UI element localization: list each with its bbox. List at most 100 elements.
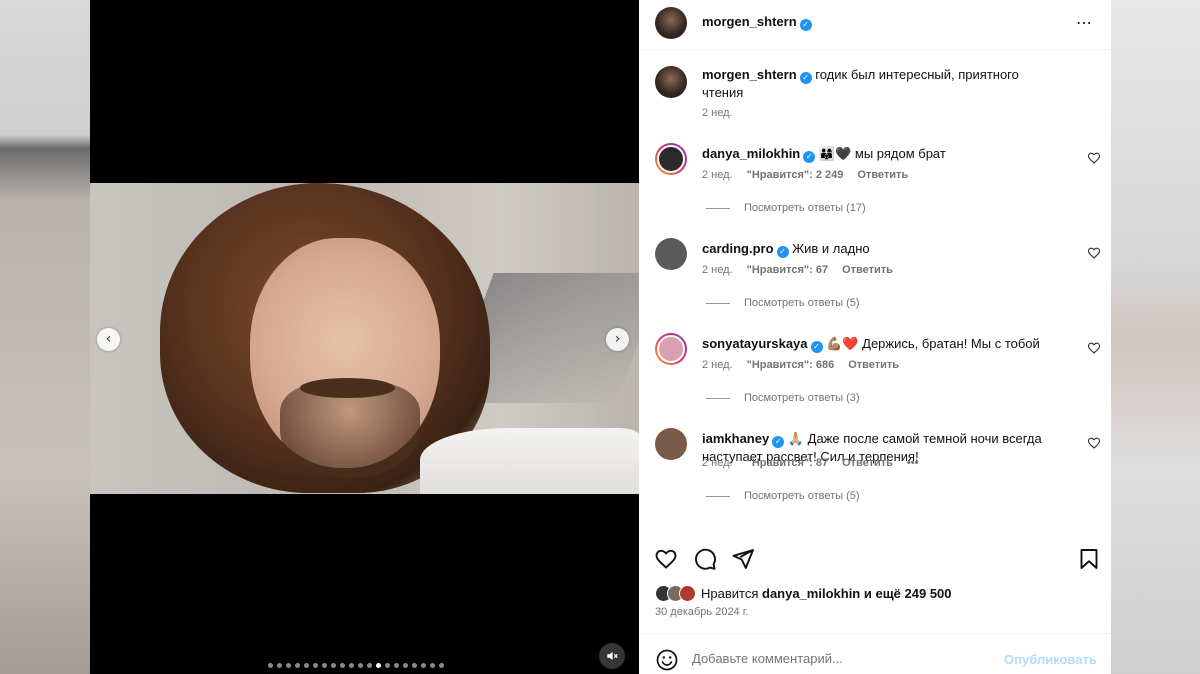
emoji-icon[interactable] (655, 648, 679, 672)
comment-username[interactable]: iamkhaney (702, 431, 769, 446)
view-replies-label: Посмотреть ответы (5) (744, 297, 860, 309)
view-replies-label: Посмотреть ответы (17) (744, 202, 866, 214)
post-header: morgen_shtern ✓ ⋯ (639, 0, 1111, 50)
comment-username[interactable]: sonyatayurskaya (702, 336, 808, 351)
comment-like-icon[interactable] (1087, 246, 1101, 260)
carousel-next-button[interactable]: › (606, 328, 629, 351)
photo-towel (420, 428, 639, 494)
comment-avatar[interactable] (655, 143, 687, 175)
comment-more-icon[interactable]: ••• (907, 457, 919, 469)
post-photo (90, 183, 639, 494)
carousel-dot[interactable] (304, 663, 309, 668)
comment-avatar-image (657, 145, 685, 173)
replies-divider (706, 302, 730, 304)
caption-avatar[interactable] (655, 66, 687, 98)
comment-avatar[interactable] (655, 238, 687, 270)
view-replies-button[interactable]: Посмотреть ответы (5) (706, 490, 860, 502)
carousel-dot[interactable] (340, 663, 345, 668)
like-icon[interactable] (654, 547, 678, 571)
author-username[interactable]: morgen_shtern (702, 14, 797, 29)
post-details-panel: morgen_shtern ✓ ⋯ morgen_shtern ✓ годик бы… (639, 0, 1111, 674)
bookmark-icon[interactable] (1077, 547, 1101, 571)
comment-username[interactable]: danya_milokhin (702, 146, 800, 161)
post-date: 30 декабрь 2024 г. (655, 606, 749, 618)
comment-like-icon[interactable] (1087, 341, 1101, 355)
likes-user[interactable]: danya_milokhin (762, 586, 860, 601)
author-avatar[interactable] (655, 7, 687, 39)
comment-likes[interactable]: "Нравится": 2 249 (747, 169, 844, 181)
reply-button[interactable]: Ответить (857, 169, 908, 181)
carousel-dot[interactable] (385, 663, 390, 668)
carousel-dots (268, 663, 444, 668)
comment-emoji: 👨‍👩‍👦🖤 (818, 146, 852, 161)
caption-time[interactable]: 2 нед. (702, 107, 733, 119)
verified-icon: ✓ (810, 341, 823, 353)
carousel-dot[interactable] (439, 663, 444, 668)
action-bar (639, 540, 1111, 576)
comment-likes[interactable]: "Нравится": 686 (747, 359, 835, 371)
carousel-dot[interactable] (394, 663, 399, 668)
share-icon[interactable] (731, 547, 755, 571)
speaker-muted-icon (607, 651, 618, 661)
comment-time[interactable]: 2 нед. (702, 264, 733, 276)
verified-icon: ✓ (772, 436, 785, 448)
comment-likes[interactable]: "Нравится": 67 (747, 264, 828, 276)
more-options-icon[interactable]: ⋯ (1076, 13, 1093, 32)
likes-count[interactable]: и ещё 249 500 (864, 586, 952, 601)
comment-icon[interactable] (693, 547, 717, 571)
comment-like-icon[interactable] (1087, 436, 1101, 450)
comment-time[interactable]: 2 нед. (702, 169, 733, 181)
carousel-dot[interactable] (277, 663, 282, 668)
comment-text: Жив и ладно (792, 241, 870, 256)
comment-avatar[interactable] (655, 428, 687, 460)
comment-meta: 2 нед. "Нравится": 87 Ответить ••• (702, 457, 932, 469)
comment-text: мы рядом брат (854, 146, 946, 161)
comment-time[interactable]: 2 нед. (702, 359, 733, 371)
verified-icon: ✓ (799, 19, 812, 31)
comment-likes[interactable]: "Нравится": 87 (747, 457, 828, 469)
view-replies-button[interactable]: Посмотреть ответы (5) (706, 297, 860, 309)
reply-button[interactable]: Ответить (848, 359, 899, 371)
comment-meta: 2 нед. "Нравится": 2 249 Ответить (702, 169, 922, 181)
comment-input[interactable] (692, 651, 992, 666)
comment-time[interactable]: 2 нед. (702, 457, 733, 469)
verified-icon: ✓ (776, 246, 789, 258)
carousel-dot[interactable] (358, 663, 363, 668)
comment-like-icon[interactable] (1087, 151, 1101, 165)
carousel-dot[interactable] (376, 663, 381, 668)
comment: sonyatayurskaya ✓ 💪🏽❤️ Держись, братан! М… (702, 335, 1062, 353)
carousel-dot[interactable] (322, 663, 327, 668)
comment-bar: Опубликовать (639, 633, 1111, 674)
comment-emoji: 🙏🏼 (787, 431, 805, 446)
comment: danya_milokhin ✓ 👨‍👩‍👦🖤 мы рядом брат (702, 145, 1062, 163)
caption-username[interactable]: morgen_shtern (702, 67, 797, 82)
comment-emoji: 💪🏽❤️ (826, 336, 859, 351)
comment-username[interactable]: carding.pro (702, 241, 774, 256)
view-replies-label: Посмотреть ответы (3) (744, 392, 860, 404)
publish-button[interactable]: Опубликовать (1004, 652, 1097, 667)
carousel-dot[interactable] (286, 663, 291, 668)
caption: morgen_shtern ✓ годик был интересный, при… (702, 66, 1062, 101)
reply-button[interactable]: Ответить (842, 457, 893, 469)
view-replies-button[interactable]: Посмотреть ответы (3) (706, 392, 860, 404)
carousel-dot[interactable] (268, 663, 273, 668)
carousel-dot[interactable] (313, 663, 318, 668)
carousel-dot[interactable] (403, 663, 408, 668)
carousel-dot[interactable] (331, 663, 336, 668)
carousel-dot[interactable] (430, 663, 435, 668)
likes-summary: Нравится danya_milokhin и ещё 249 500 (655, 585, 952, 602)
comment-avatar[interactable] (655, 333, 687, 365)
verified-icon: ✓ (803, 151, 816, 163)
comment-avatar-image (657, 335, 685, 363)
carousel-dot[interactable] (349, 663, 354, 668)
mute-button[interactable] (599, 643, 625, 669)
carousel-dot[interactable] (295, 663, 300, 668)
likes-prefix: Нравится (701, 586, 759, 601)
carousel-dot[interactable] (421, 663, 426, 668)
comment-meta: 2 нед. "Нравится": 686 Ответить (702, 359, 913, 371)
carousel-prev-button[interactable]: ‹ (97, 328, 120, 351)
carousel-dot[interactable] (367, 663, 372, 668)
reply-button[interactable]: Ответить (842, 264, 893, 276)
carousel-dot[interactable] (412, 663, 417, 668)
view-replies-button[interactable]: Посмотреть ответы (17) (706, 202, 866, 214)
